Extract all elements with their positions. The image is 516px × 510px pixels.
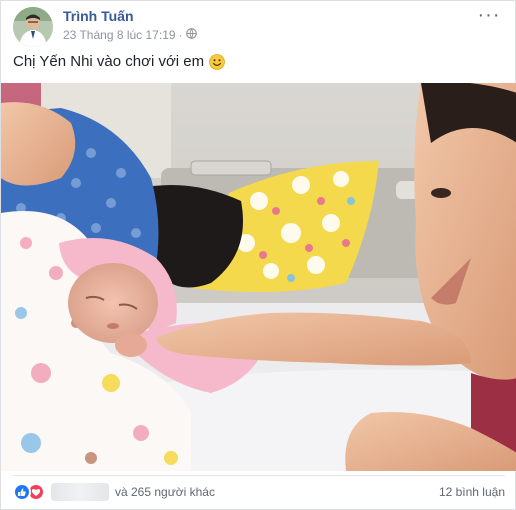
post-photo[interactable] [1,83,516,471]
globe-icon[interactable] [185,28,197,42]
author-name-link[interactable]: Trình Tuấn [63,8,134,24]
post-timestamp[interactable]: 23 Tháng 8 lúc 17:19 [63,28,176,42]
blurred-friend-name[interactable] [51,483,109,501]
like-icon [13,483,31,501]
post-caption: Chị Yến Nhi vào chơi với em [13,53,226,70]
facebook-post: Trình Tuấn 23 Tháng 8 lúc 17:19 · ··· Ch… [0,0,516,510]
smile-emoji-icon [209,53,226,70]
author-avatar[interactable] [13,7,53,47]
comments-count-link[interactable]: 12 bình luận [439,485,505,499]
reactions-summary[interactable]: và 265 người khác [13,483,215,501]
reaction-count-text[interactable]: và 265 người khác [115,485,215,499]
post-meta: 23 Tháng 8 lúc 17:19 · [63,28,197,42]
post-footer: và 265 người khác 12 bình luận [13,475,505,506]
meta-separator: · [178,28,183,42]
caption-text: Chị Yến Nhi vào chơi với em [13,53,205,70]
post-header: Trình Tuấn 23 Tháng 8 lúc 17:19 · ··· [13,5,503,47]
more-options-button[interactable]: ··· [477,5,501,25]
